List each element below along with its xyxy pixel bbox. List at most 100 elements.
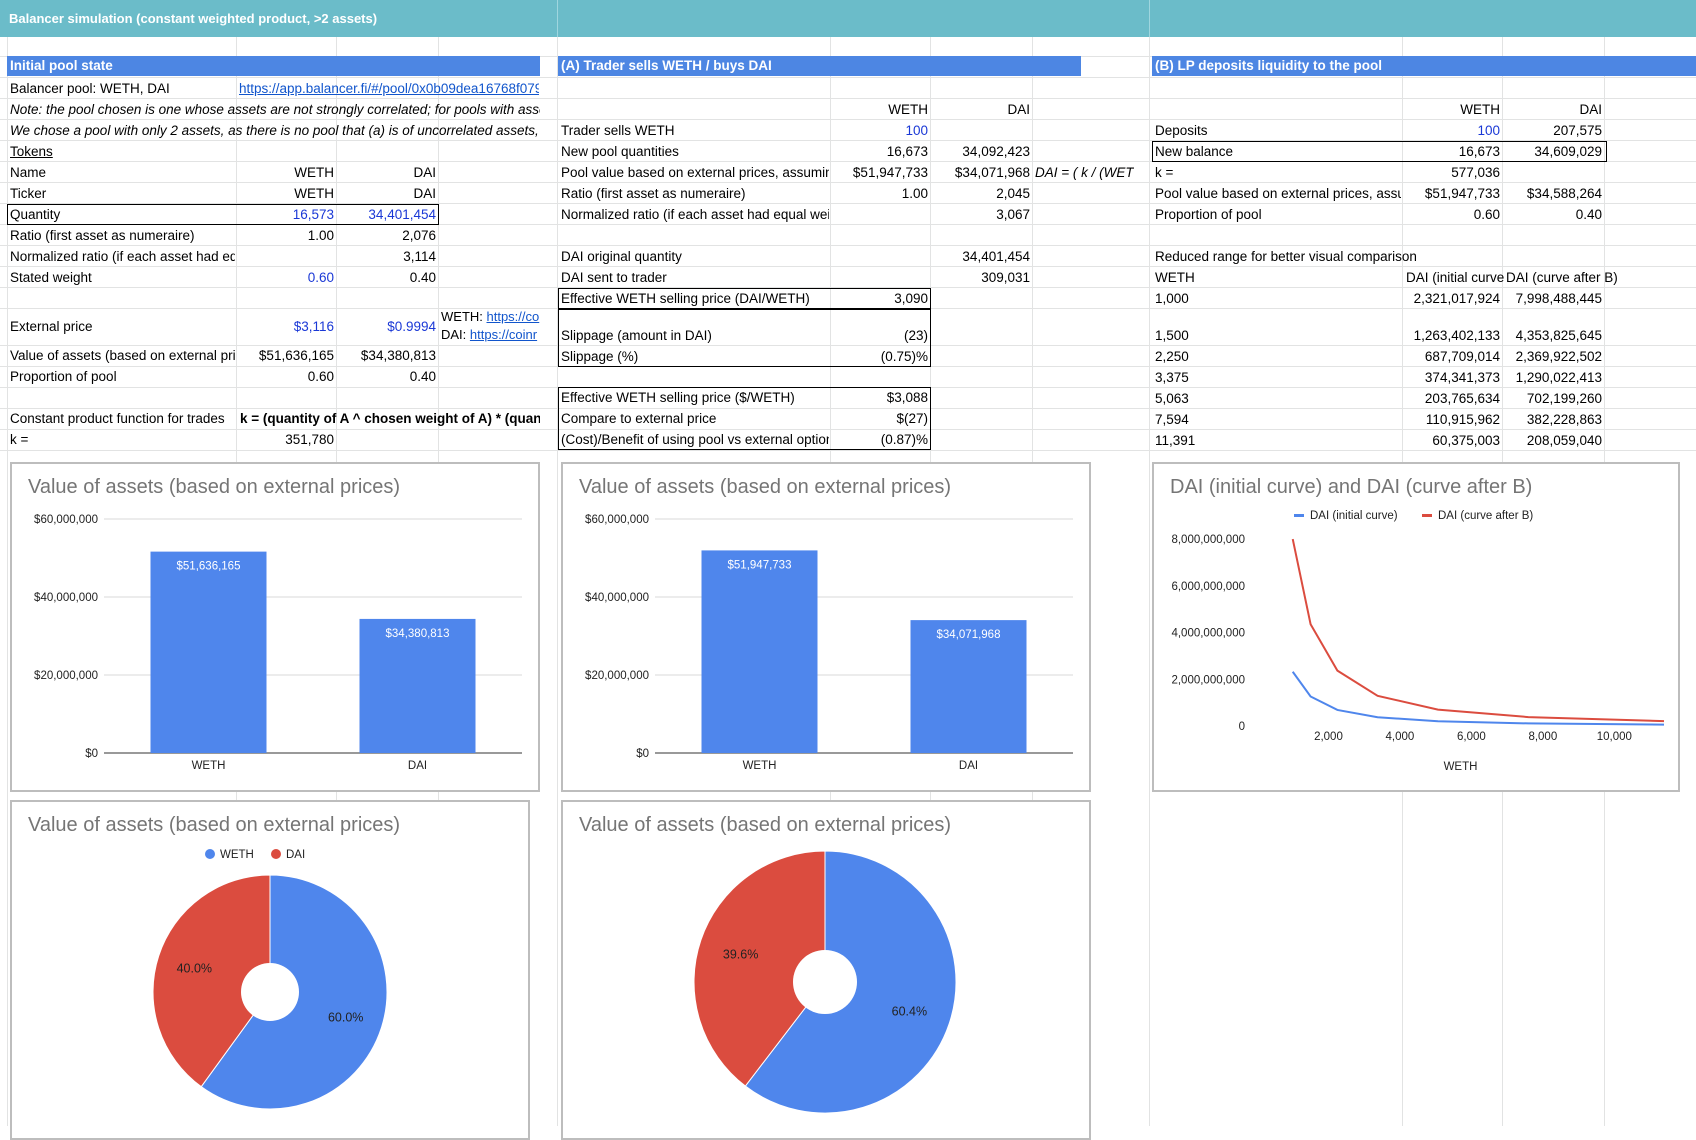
range-initial-cell: 1,263,402,133: [1413, 328, 1500, 343]
a-col-dai: DAI: [1007, 102, 1030, 117]
y-tick-label: $60,000,000: [585, 514, 649, 526]
external-source-weth-link[interactable]: https://co: [487, 309, 540, 324]
value-of-assets-weth: $51,636,165: [258, 348, 334, 363]
pie-chart-svg: WETH DAI 60.0% 40.0%: [152, 849, 388, 1110]
pool-link[interactable]: https://app.balancer.fi/#/pool/0x0b09dea…: [239, 78, 539, 99]
range-initial-cell: 687,709,014: [1424, 349, 1500, 364]
a-dai-original-value: 34,401,454: [962, 249, 1030, 264]
b-deposits-label: Deposits: [1155, 123, 1208, 138]
chart-initial-value-pie[interactable]: Value of assets (based on external price…: [10, 800, 530, 1140]
initial-pool-header: Initial pool state: [7, 56, 540, 76]
bar-value-label: $34,071,968: [937, 629, 1001, 641]
a-dai-sent-value: 309,031: [981, 270, 1030, 285]
a-effective-usd-label: Effective WETH selling price ($/WETH): [561, 390, 795, 405]
a-compare-label: Compare to external price: [561, 411, 717, 426]
a-normalized-label: Normalized ratio (if each asset had equa…: [561, 207, 829, 222]
a-sells-label: Trader sells WETH: [561, 123, 675, 138]
pie-slice-label: 39.6%: [723, 947, 758, 961]
ratio-label: Ratio (first asset as numeraire): [10, 228, 195, 243]
range-weth-cell: 11,391: [1155, 433, 1196, 448]
b-k-value: 577,036: [1451, 165, 1500, 180]
y-tick-label: 0: [1239, 721, 1245, 733]
ticker-label: Ticker: [10, 186, 47, 201]
pie-slice-label: 40.0%: [177, 961, 212, 975]
external-source-dai-link[interactable]: https://coinr: [470, 327, 537, 342]
sheet-title-bar: Balancer simulation (constant weighted p…: [0, 0, 1696, 37]
b-pool-value-weth: $51,947,733: [1424, 186, 1500, 201]
a-effective-usd-value: $3,088: [886, 390, 928, 405]
stated-weight-label: Stated weight: [10, 270, 92, 285]
proportion-dai: 0.40: [409, 369, 436, 384]
chart-dai-curves-line[interactable]: DAI (initial curve) and DAI (curve after…: [1152, 462, 1680, 792]
x-tick-label: WETH: [192, 760, 226, 772]
x-tick-label: WETH: [743, 760, 777, 772]
y-tick-label: $0: [636, 748, 649, 760]
tokens-heading: Tokens: [10, 144, 53, 159]
stated-weight-weth[interactable]: 0.60: [238, 267, 334, 288]
a-cost-benefit-value: (0.87)%: [880, 432, 928, 447]
b-range-label: Reduced range for better visual comparis…: [1155, 249, 1417, 264]
chart-a-value-pie[interactable]: Value of assets (based on external price…: [561, 800, 1091, 1140]
legend-label: DAI (initial curve): [1310, 510, 1398, 522]
chart-initial-value-bar[interactable]: Value of assets (based on external price…: [10, 462, 540, 792]
stated-weight-dai: 0.40: [409, 270, 436, 285]
b-range-col-weth: WETH: [1155, 270, 1195, 285]
a-pool-value-label: Pool value based on external prices, ass…: [561, 165, 829, 180]
b-col-weth: WETH: [1460, 102, 1500, 117]
range-initial-cell: 203,765,634: [1424, 391, 1500, 406]
a-pool-value-note: DAI = ( k / (WET: [1035, 165, 1134, 180]
legend-swatch: [271, 849, 281, 859]
name-label: Name: [10, 165, 47, 180]
a-ratio-dai: 2,045: [996, 186, 1030, 201]
x-tick-label: 6,000: [1457, 731, 1486, 743]
b-new-balance-weth: 16,673: [1458, 144, 1500, 159]
external-price-label: External price: [10, 319, 93, 334]
bar-chart-svg: $60,000,000 $40,000,000 $20,000,000 $0 $51,6…: [34, 514, 522, 772]
legend-swatch: [1294, 514, 1304, 517]
a-compare-value: $(27): [896, 411, 928, 426]
ticker-dai: DAI: [413, 186, 436, 201]
x-tick-label: DAI: [408, 760, 427, 772]
range-initial-cell: 110,915,962: [1425, 412, 1500, 427]
bar-value-label: $34,380,813: [386, 628, 450, 640]
external-price-dai[interactable]: $0.9994: [338, 316, 436, 337]
chart-a-value-bar[interactable]: Value of assets (based on external price…: [561, 462, 1091, 792]
b-range-col-after: DAI (curve after B): [1506, 270, 1618, 285]
a-pool-value-dai: $34,071,968: [954, 165, 1030, 180]
range-after-cell: 1,290,022,413: [1515, 370, 1602, 385]
proportion-weth: 0.60: [307, 369, 334, 384]
ratio-weth: 1.00: [307, 228, 334, 243]
range-initial-cell: 2,321,017,924: [1413, 291, 1500, 306]
b-range-col-initial: DAI (initial curve: [1406, 270, 1505, 285]
a-slippage-pct-value: (0.75)%: [880, 349, 928, 364]
bar-weth: [150, 551, 267, 753]
b-pool-value-label: Pool value based on external prices, ass…: [1155, 186, 1401, 201]
b-deposits-dai: 207,575: [1553, 123, 1602, 138]
pie-chart-svg: 60.4% 39.6%: [693, 850, 957, 1114]
a-new-quantities-weth: 16,673: [886, 144, 928, 159]
quantity-dai[interactable]: 34,401,454: [338, 204, 436, 225]
value-of-assets-dai: $34,380,813: [360, 348, 436, 363]
normalized-ratio-dai: 3,114: [403, 249, 436, 264]
a-new-quantities-dai: 34,092,423: [962, 144, 1030, 159]
a-effective-price-value: 3,090: [894, 291, 928, 306]
a-dai-original-label: DAI original quantity: [561, 249, 682, 264]
section-b-header: (B) LP deposits liquidity to the pool: [1152, 56, 1696, 76]
ticker-weth: WETH: [294, 186, 334, 201]
range-weth-cell: 5,063: [1155, 391, 1189, 406]
range-weth-cell: 2,250: [1155, 349, 1189, 364]
bar-value-label: $51,947,733: [728, 559, 792, 571]
a-sells-weth[interactable]: 100: [832, 120, 928, 141]
note-line-2: We chose a pool with only 2 assets, as t…: [10, 123, 540, 138]
cpf-label: Constant product function for trades: [10, 411, 225, 426]
quantity-weth[interactable]: 16,573: [238, 204, 334, 225]
external-price-weth[interactable]: $3,116: [238, 316, 334, 337]
pie-hole: [793, 950, 857, 1014]
y-tick-label: 6,000,000,000: [1171, 581, 1245, 593]
pie-slice-label: 60.0%: [328, 1011, 363, 1025]
b-col-dai: DAI: [1579, 102, 1602, 117]
range-after-cell: 2,369,922,502: [1515, 349, 1602, 364]
sheet-title: Balancer simulation (constant weighted p…: [9, 11, 378, 26]
b-deposits-weth[interactable]: 100: [1404, 120, 1500, 141]
y-tick-label: 4,000,000,000: [1171, 628, 1245, 640]
